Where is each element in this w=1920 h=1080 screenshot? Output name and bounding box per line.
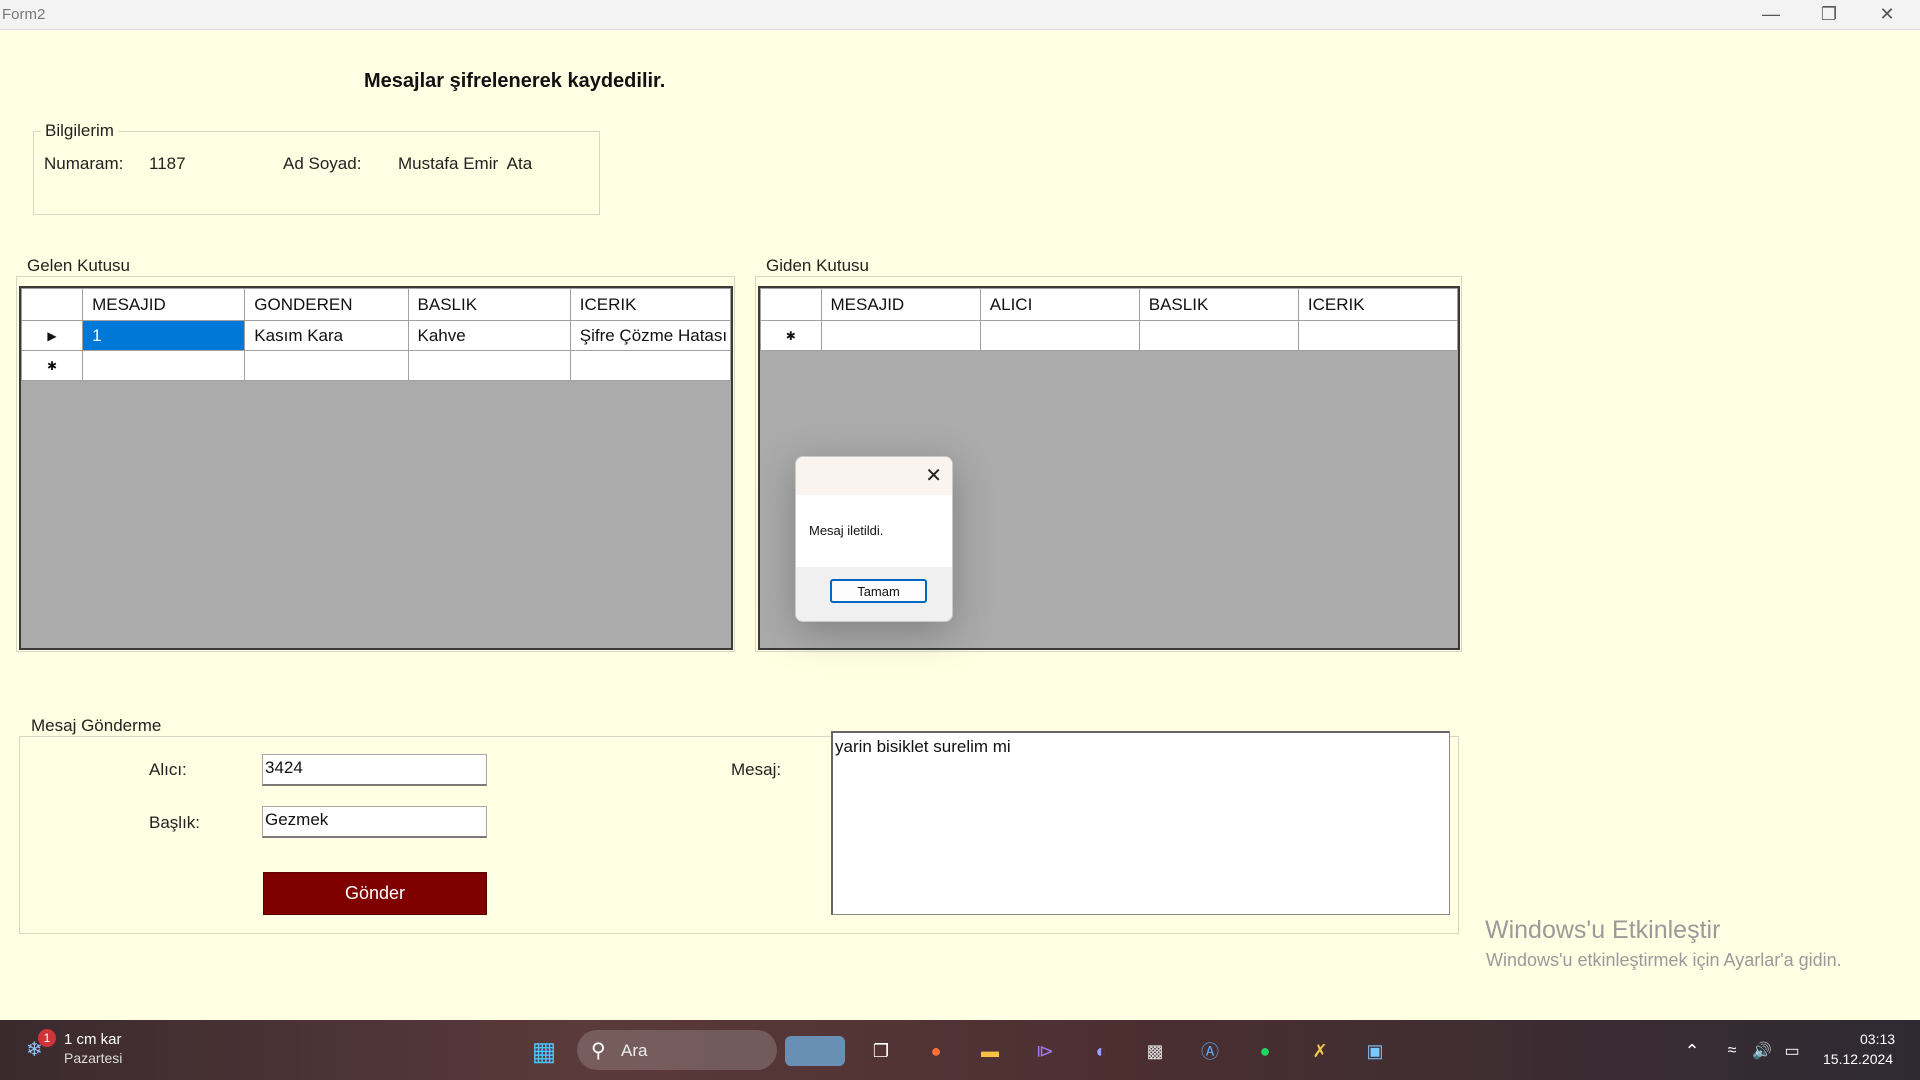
windows-start-icon[interactable]: ▦ [529,1036,559,1066]
battery-icon[interactable]: ▭ [1777,1036,1807,1066]
app-store-icon[interactable]: Ⓐ [1195,1036,1225,1066]
column-header[interactable]: BASLIK [1138,288,1299,321]
message-dialog: ✕ Mesaj iletildi. Tamam [795,456,953,622]
recipient-label: Alıcı: [149,760,187,779]
task-view-icon[interactable]: ❐ [866,1036,896,1066]
title-bar: Form2 — ❐ ✕ [0,0,1920,30]
table-cell[interactable] [1138,320,1299,351]
inbox-header-row: MESAJID GONDEREN BASLIK ICERIK [20,288,732,321]
column-header[interactable]: MESAJID [82,288,246,321]
column-header[interactable]: GONDEREN [244,288,409,321]
clock-date[interactable]: 15.12.2024 [1823,1051,1893,1067]
subject-input[interactable]: Gezmek [262,806,487,838]
table-cell[interactable] [82,350,246,381]
taskbar-search[interactable]: ⚲ Ara [577,1030,777,1070]
restore-button[interactable]: ❐ [1800,0,1858,29]
terminal-icon[interactable]: ▩ [1140,1036,1170,1066]
column-header[interactable]: BASLIK [407,288,571,321]
row-header-corner [760,288,822,321]
outbox-header-row: MESAJID ALICI BASLIK ICERIK [760,288,1459,321]
outbox-group-title: Giden Kutusu [762,256,874,276]
dialog-footer: Tamam [796,567,952,621]
dialog-close-icon[interactable]: ✕ [925,463,942,488]
table-cell[interactable]: 1 [82,320,246,351]
table-cell[interactable] [1297,320,1459,351]
weather-badge: 1 [38,1029,56,1047]
dialog-ok-button[interactable]: Tamam [830,579,927,603]
search-icon: ⚲ [591,1040,606,1062]
number-label: Numaram: [44,154,124,173]
table-cell[interactable]: Kasım Kara [244,320,409,351]
table-cell[interactable] [820,320,981,351]
dialog-message: Mesaj iletildi. [809,523,884,538]
row-header-corner [20,288,84,321]
send-group-title: Mesaj Gönderme [27,716,166,736]
table-cell[interactable] [979,320,1140,351]
visual-studio-icon[interactable]: ⧐ [1030,1036,1060,1066]
eclipse-icon[interactable]: ◐ [1086,1036,1116,1066]
new-row[interactable]: ✱ [760,320,1459,351]
sql-tool-icon[interactable]: ✗ [1305,1036,1335,1066]
activation-watermark-title: Windows'u Etkinleştir [1485,916,1721,944]
weather-day[interactable]: Pazartesi [64,1050,122,1066]
file-explorer-icon[interactable]: ▬ [975,1036,1005,1066]
firefox-icon[interactable]: ● [921,1036,951,1066]
send-button[interactable]: Gönder [263,872,487,915]
clock-time[interactable]: 03:13 [1860,1031,1895,1047]
new-row-asterisk-icon[interactable]: ✱ [760,320,822,351]
search-highlight-image-icon[interactable] [785,1036,845,1066]
chevron-up-icon[interactable]: ⌃ [1677,1036,1707,1066]
table-cell[interactable] [569,350,732,381]
table-cell[interactable] [244,350,409,381]
close-button[interactable]: ✕ [1858,0,1916,29]
current-row-arrow-icon[interactable]: ▶ [20,320,84,351]
subject-label: Başlık: [149,813,201,832]
new-row[interactable]: ✱ [20,350,732,381]
column-header[interactable]: ICERIK [569,288,732,321]
column-header[interactable]: MESAJID [820,288,981,321]
page-title: Mesajlar şifrelenerek kaydedilir. [364,70,666,92]
table-row[interactable]: ▶ 1 Kasım Kara Kahve Şifre Çözme Hatası [20,320,732,351]
activation-watermark-text: Windows'u etkinleştirmek için Ayarlar'a … [1486,950,1842,970]
number-value: 1187 [149,154,186,173]
table-cell[interactable] [407,350,571,381]
wifi-icon[interactable]: ≈ [1717,1036,1747,1066]
info-group-title: Bilgilerim [41,121,118,141]
inbox-grid[interactable]: MESAJID GONDEREN BASLIK ICERIK ▶ 1 Kasım… [19,286,733,650]
spotify-icon[interactable]: ● [1250,1036,1280,1066]
weather-text[interactable]: 1 cm kar [64,1031,122,1048]
new-row-asterisk-icon[interactable]: ✱ [20,350,84,381]
name-value: Mustafa Emir Ata [398,154,533,173]
table-cell[interactable]: Şifre Çözme Hatası [569,320,732,351]
window-title: Form2 [2,6,46,23]
column-header[interactable]: ICERIK [1297,288,1459,321]
search-placeholder: Ara [621,1041,648,1060]
column-header[interactable]: ALICI [979,288,1140,321]
taskbar [0,1020,1920,1080]
form-app-icon[interactable]: ▣ [1360,1036,1390,1066]
volume-icon[interactable]: 🔊 [1747,1036,1777,1066]
table-cell[interactable]: Kahve [407,320,571,351]
message-textarea[interactable]: yarin bisiklet surelim mi [831,731,1450,915]
message-label: Mesaj: [731,760,782,779]
recipient-input[interactable]: 3424 [262,754,487,786]
name-label: Ad Soyad: [283,154,362,173]
minimize-button[interactable]: — [1742,0,1800,29]
inbox-group-title: Gelen Kutusu [23,256,135,276]
